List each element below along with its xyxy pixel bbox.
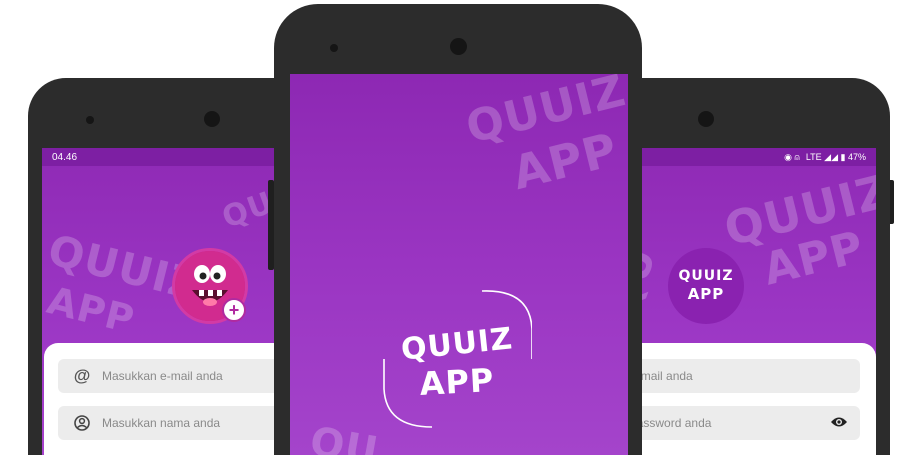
logo-line-2: APP <box>687 285 725 303</box>
status-network: LTE ◢◢ ▮ 47% <box>805 151 866 162</box>
logo-line-2: APP <box>418 361 496 403</box>
status-time: 04.46 <box>52 151 78 163</box>
left-phone-camera <box>204 111 220 127</box>
center-phone-screen: QUUIZ APP QU QUUIZ APP <box>290 74 628 455</box>
center-phone-camera <box>450 38 467 55</box>
center-phone-speaker <box>330 44 338 52</box>
user-circle-icon <box>74 415 90 431</box>
left-phone-speaker <box>86 116 94 124</box>
eye-icon[interactable] <box>830 415 848 432</box>
app-logo-circle: QUUIZ APP <box>668 248 744 324</box>
app-logo: QUUIZ APP <box>382 289 532 429</box>
right-phone-camera <box>698 111 714 127</box>
at-icon: @ <box>73 366 91 385</box>
add-avatar-button[interactable]: + <box>222 298 246 322</box>
logo-line-1: QUUIZ <box>678 268 734 284</box>
name-placeholder: Masukkan nama anda <box>102 416 221 430</box>
plus-icon: + <box>228 300 240 320</box>
email-placeholder: Masukkan e-mail anda <box>102 369 223 383</box>
watermark-logo-3: QU <box>306 418 382 455</box>
status-icons: ◉ ⍝ <box>784 151 800 162</box>
center-phone: QUUIZ APP QU QUUIZ APP <box>274 4 642 455</box>
